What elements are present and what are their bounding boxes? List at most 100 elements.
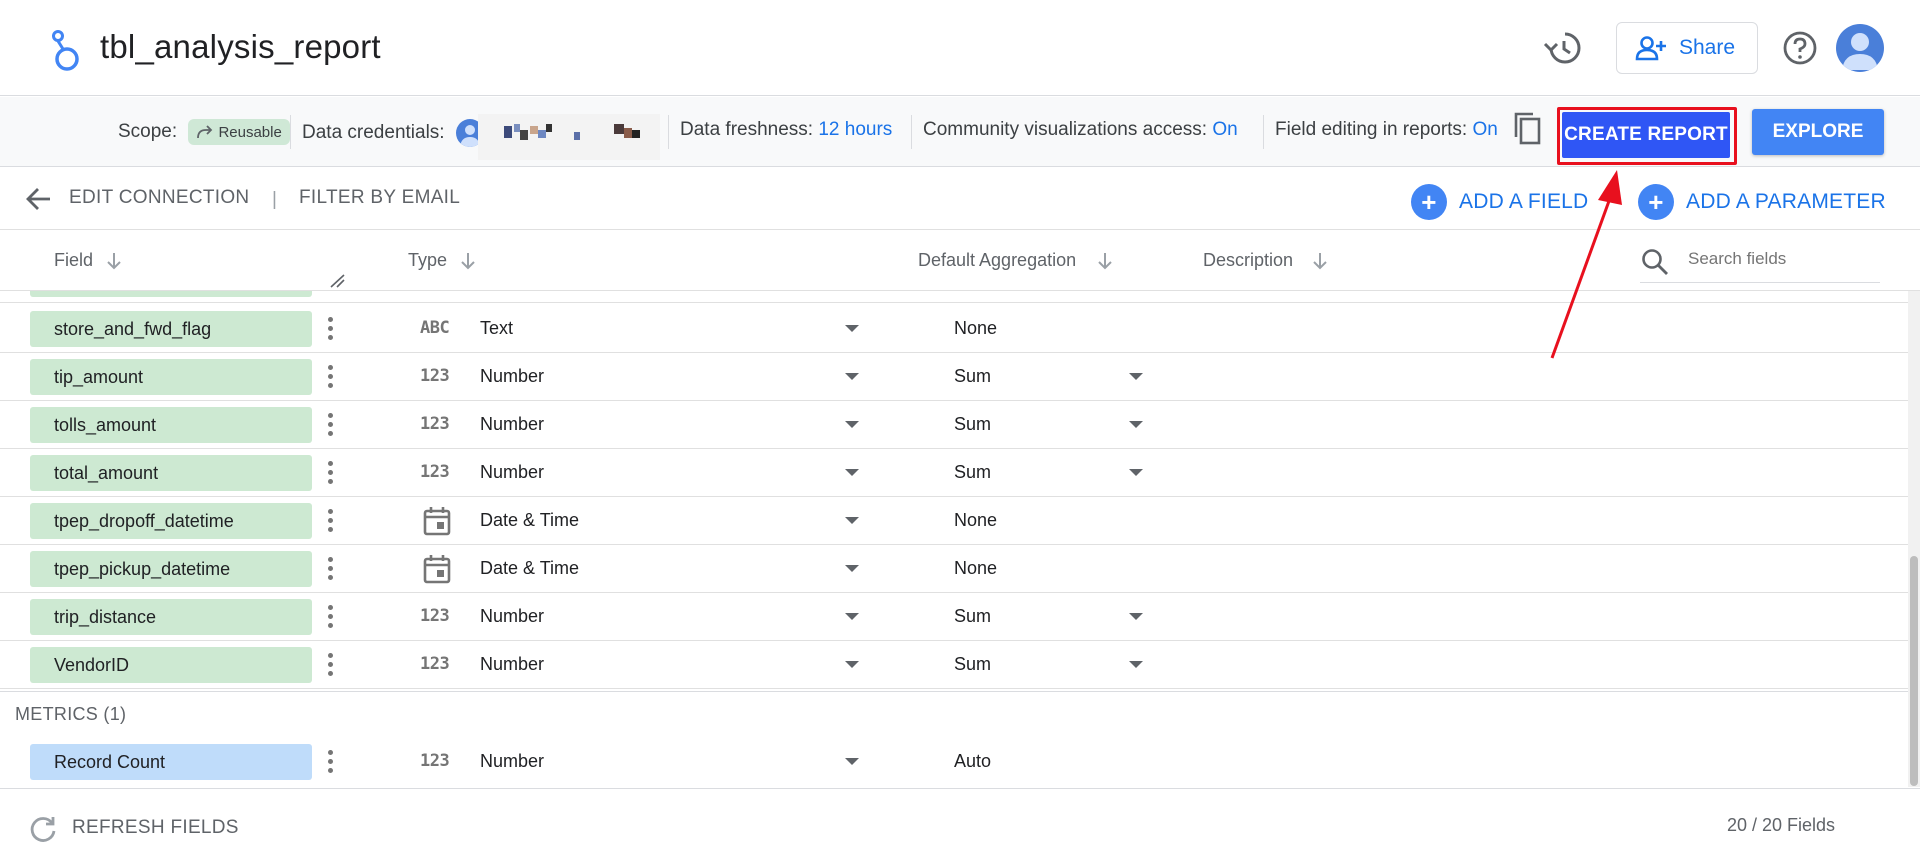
column-header-description-label: Description bbox=[1203, 250, 1294, 270]
column-header-field[interactable]: Field bbox=[54, 250, 123, 271]
edit-connection-button[interactable]: EDIT CONNECTION bbox=[69, 187, 249, 209]
dimension-field-chip[interactable]: trip_distance bbox=[30, 599, 312, 635]
aggregation-dropdown-caret-icon[interactable] bbox=[1129, 469, 1143, 476]
reusable-chip[interactable]: Reusable bbox=[188, 119, 290, 145]
type-dropdown-caret-icon[interactable] bbox=[845, 758, 859, 765]
dimension-field-chip[interactable]: store_and_fwd_flag bbox=[30, 311, 312, 347]
table-scrollbar[interactable] bbox=[1908, 291, 1920, 787]
dimension-field-chip[interactable]: tpep_pickup_datetime bbox=[30, 551, 312, 587]
dimension-field-chip[interactable]: total_amount bbox=[30, 455, 312, 491]
aggregation-dropdown-caret-icon[interactable] bbox=[1129, 373, 1143, 380]
scope-setting[interactable]: Scope: Reusable bbox=[118, 119, 290, 145]
more-vert-icon[interactable] bbox=[322, 557, 338, 583]
table-row: total_amount 123 Number Sum bbox=[0, 449, 1910, 497]
field-chip-partial[interactable] bbox=[30, 291, 312, 297]
text-type-icon: ABC bbox=[420, 318, 450, 338]
add-person-icon bbox=[1635, 36, 1666, 61]
table-row: tpep_pickup_datetime Date & Time None bbox=[0, 545, 1910, 593]
page-title[interactable]: tbl_analysis_report bbox=[100, 28, 381, 66]
dimension-field-chip[interactable]: tip_amount bbox=[30, 359, 312, 395]
aggregation-dropdown-caret-icon[interactable] bbox=[1129, 661, 1143, 668]
field-type-select[interactable]: Number bbox=[480, 606, 544, 627]
field-editing-setting[interactable]: Field editing in reports: On bbox=[1275, 119, 1498, 141]
type-dropdown-caret-icon[interactable] bbox=[845, 661, 859, 668]
field-type-select[interactable]: Number bbox=[480, 751, 544, 772]
aggregation-dropdown-caret-icon[interactable] bbox=[1129, 421, 1143, 428]
column-header-default-aggregation[interactable]: Default Aggregation bbox=[918, 250, 1114, 271]
freshness-value-link[interactable]: 12 hours bbox=[818, 119, 892, 140]
type-dropdown-caret-icon[interactable] bbox=[845, 373, 859, 380]
type-dropdown-caret-icon[interactable] bbox=[845, 517, 859, 524]
more-vert-icon[interactable] bbox=[322, 750, 338, 776]
aggregation-value[interactable]: Sum bbox=[954, 414, 991, 435]
field-type-select[interactable]: Date & Time bbox=[480, 510, 579, 531]
table-row: tpep_dropoff_datetime Date & Time None bbox=[0, 497, 1910, 545]
more-vert-icon[interactable] bbox=[322, 317, 338, 343]
table-row: tolls_amount 123 Number Sum bbox=[0, 401, 1910, 449]
number-type-icon: 123 bbox=[420, 606, 450, 626]
history-icon[interactable] bbox=[1543, 28, 1583, 68]
aggregation-value[interactable]: Sum bbox=[954, 462, 991, 483]
more-vert-icon[interactable] bbox=[322, 653, 338, 679]
field-type-select[interactable]: Text bbox=[480, 318, 513, 339]
aggregation-dropdown-caret-icon[interactable] bbox=[1129, 613, 1143, 620]
copy-icon[interactable] bbox=[1512, 111, 1544, 147]
dimension-field-chip[interactable]: VendorID bbox=[30, 647, 312, 683]
sort-arrow-down-icon[interactable] bbox=[459, 251, 477, 271]
help-icon[interactable] bbox=[1782, 30, 1818, 66]
column-header-type[interactable]: Type bbox=[408, 250, 477, 271]
column-header-description[interactable]: Description bbox=[1203, 250, 1329, 271]
search-icon bbox=[1642, 249, 1668, 275]
aggregation-value[interactable]: Sum bbox=[954, 654, 991, 675]
looker-studio-logo-icon[interactable] bbox=[48, 30, 82, 72]
filter-by-email-button[interactable]: FILTER BY EMAIL bbox=[299, 187, 460, 209]
field-type-select[interactable]: Number bbox=[480, 414, 544, 435]
metric-field-chip[interactable]: Record Count bbox=[30, 744, 312, 780]
dimension-field-chip[interactable]: tolls_amount bbox=[30, 407, 312, 443]
aggregation-value[interactable]: Sum bbox=[954, 606, 991, 627]
more-vert-icon[interactable] bbox=[322, 461, 338, 487]
data-credentials-setting[interactable]: Data credentials: bbox=[302, 119, 484, 147]
share-button[interactable]: Share bbox=[1616, 22, 1758, 74]
type-dropdown-caret-icon[interactable] bbox=[845, 325, 859, 332]
community-value-link[interactable]: On bbox=[1212, 119, 1237, 140]
field-editing-value-link[interactable]: On bbox=[1473, 119, 1498, 140]
refresh-fields-button[interactable]: REFRESH FIELDS bbox=[72, 817, 239, 839]
type-dropdown-caret-icon[interactable] bbox=[845, 565, 859, 572]
back-arrow-icon[interactable] bbox=[24, 184, 54, 214]
field-type-select[interactable]: Number bbox=[480, 366, 544, 387]
section-divider bbox=[0, 691, 1910, 692]
more-vert-icon[interactable] bbox=[322, 365, 338, 391]
type-dropdown-caret-icon[interactable] bbox=[845, 469, 859, 476]
refresh-icon[interactable] bbox=[28, 814, 58, 844]
field-type-select[interactable]: Number bbox=[480, 654, 544, 675]
explore-button[interactable]: EXPLORE bbox=[1752, 109, 1884, 155]
more-vert-icon[interactable] bbox=[322, 413, 338, 439]
sort-arrow-down-icon[interactable] bbox=[1311, 251, 1329, 271]
create-report-button[interactable]: CREATE REPORT bbox=[1562, 112, 1730, 158]
add-parameter-button[interactable]: + ADD A PARAMETER bbox=[1638, 184, 1886, 220]
editor-footer: REFRESH FIELDS 20 / 20 Fields bbox=[0, 788, 1920, 857]
dimension-field-chip[interactable]: tpep_dropoff_datetime bbox=[30, 503, 312, 539]
field-type-select[interactable]: Number bbox=[480, 462, 544, 483]
scrollbar-thumb[interactable] bbox=[1910, 556, 1918, 786]
table-row-partial bbox=[0, 291, 1910, 303]
table-row: store_and_fwd_flag ABC Text None bbox=[0, 305, 1910, 353]
more-vert-icon[interactable] bbox=[322, 509, 338, 535]
type-dropdown-caret-icon[interactable] bbox=[845, 613, 859, 620]
add-field-button[interactable]: + ADD A FIELD bbox=[1411, 184, 1588, 220]
sort-arrow-down-icon[interactable] bbox=[105, 251, 123, 271]
search-fields-box[interactable] bbox=[1640, 243, 1880, 283]
data-freshness-setting[interactable]: Data freshness: 12 hours bbox=[680, 119, 892, 141]
type-dropdown-caret-icon[interactable] bbox=[845, 421, 859, 428]
sort-arrow-down-icon[interactable] bbox=[1096, 251, 1114, 271]
column-resize-handle-icon[interactable] bbox=[328, 273, 348, 289]
more-vert-icon[interactable] bbox=[322, 605, 338, 631]
plus-icon: + bbox=[1638, 184, 1674, 220]
aggregation-value[interactable]: Sum bbox=[954, 366, 991, 387]
field-type-select[interactable]: Date & Time bbox=[480, 558, 579, 579]
search-fields-input[interactable] bbox=[1688, 249, 1873, 269]
community-visualizations-setting[interactable]: Community visualizations access: On bbox=[923, 119, 1238, 141]
calendar-type-icon bbox=[423, 506, 451, 541]
account-avatar-icon[interactable] bbox=[1836, 24, 1884, 72]
